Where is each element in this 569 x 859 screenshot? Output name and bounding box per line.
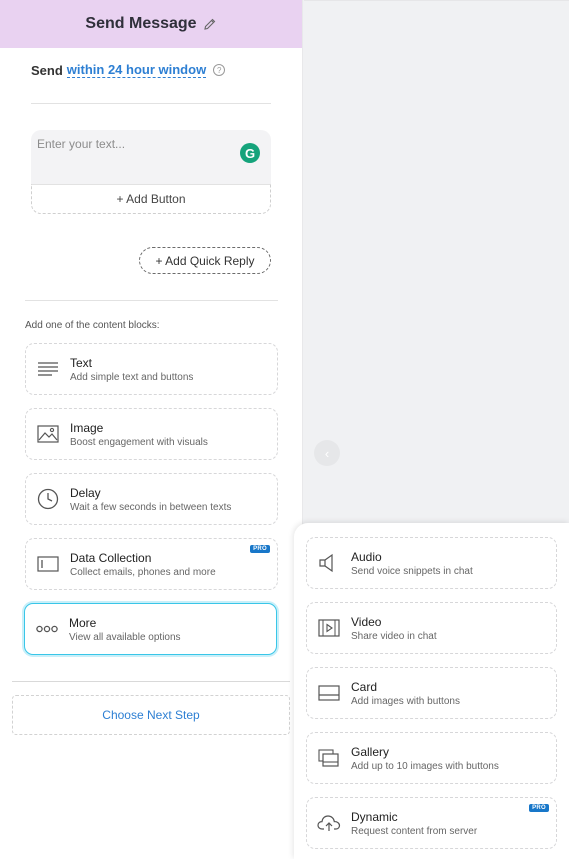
option-title: Dynamic (351, 809, 398, 824)
send-window-link[interactable]: within 24 hour window (66, 62, 207, 78)
speaker-icon (307, 553, 351, 573)
divider (31, 103, 271, 104)
more-icon (25, 625, 69, 633)
send-window-row: Send within 24 hour window ? (31, 62, 226, 78)
panel-header: Send Message (0, 0, 302, 48)
choose-next-step-button[interactable]: Choose Next Step (12, 695, 290, 735)
pencil-icon[interactable] (203, 17, 217, 31)
video-icon (307, 619, 351, 637)
block-desc: Wait a few seconds in between texts (70, 501, 232, 513)
block-delay[interactable]: Delay Wait a few seconds in between text… (25, 473, 278, 525)
send-message-panel: Send Message Send within 24 hour window … (0, 0, 303, 859)
option-audio[interactable]: Audio Send voice snippets in chat (306, 537, 557, 589)
cloud-icon (307, 814, 351, 832)
block-image[interactable]: Image Boost engagement with visuals (25, 408, 278, 460)
message-text-input[interactable]: Enter your text... G (31, 130, 271, 185)
option-card[interactable]: Card Add images with buttons (306, 667, 557, 719)
option-gallery[interactable]: Gallery Add up to 10 images with buttons (306, 732, 557, 784)
option-desc: Request content from server (351, 825, 478, 837)
block-data-collection[interactable]: Data Collection Collect emails, phones a… (25, 538, 278, 590)
divider (25, 300, 278, 301)
send-label: Send (31, 62, 63, 78)
pro-badge: PRO (529, 804, 549, 812)
content-blocks-heading: Add one of the content blocks: (25, 320, 160, 331)
block-desc: Collect emails, phones and more (70, 566, 216, 578)
option-dynamic[interactable]: Dynamic Request content from server PRO (306, 797, 557, 849)
option-video[interactable]: Video Share video in chat (306, 602, 557, 654)
block-title: More (69, 615, 97, 630)
gallery-icon (307, 749, 351, 767)
option-desc: Share video in chat (351, 630, 437, 642)
more-options-popup: Audio Send voice snippets in chat Video … (294, 523, 569, 859)
pro-badge: PRO (250, 545, 270, 553)
block-title: Delay (70, 485, 101, 500)
divider (12, 681, 290, 682)
block-title: Text (70, 355, 93, 370)
block-more[interactable]: More View all available options (24, 603, 277, 655)
form-icon (26, 556, 70, 572)
block-desc: Add simple text and buttons (70, 371, 194, 383)
block-desc: Boost engagement with visuals (70, 436, 208, 448)
option-desc: Send voice snippets in chat (351, 565, 473, 577)
panel-title[interactable]: Send Message (85, 15, 196, 33)
option-title: Card (351, 679, 378, 694)
card-icon (307, 685, 351, 701)
option-title: Video (351, 614, 382, 629)
option-title: Audio (351, 549, 382, 564)
lines-icon (26, 361, 70, 377)
add-quick-reply-button[interactable]: + Add Quick Reply (139, 247, 271, 274)
block-title: Data Collection (70, 550, 152, 565)
block-title: Image (70, 420, 104, 435)
block-text[interactable]: Text Add simple text and buttons (25, 343, 278, 395)
option-desc: Add images with buttons (351, 695, 460, 707)
option-title: Gallery (351, 744, 390, 759)
help-icon[interactable]: ? (213, 64, 226, 76)
block-desc: View all available options (69, 631, 181, 643)
chevron-left-icon[interactable]: ‹ (314, 440, 340, 466)
text-placeholder: Enter your text... (37, 137, 126, 151)
clock-icon (26, 488, 70, 510)
add-button-button[interactable]: + Add Button (31, 184, 271, 214)
option-desc: Add up to 10 images with buttons (351, 760, 499, 772)
image-icon (26, 425, 70, 443)
grammarly-icon[interactable]: G (240, 143, 260, 163)
